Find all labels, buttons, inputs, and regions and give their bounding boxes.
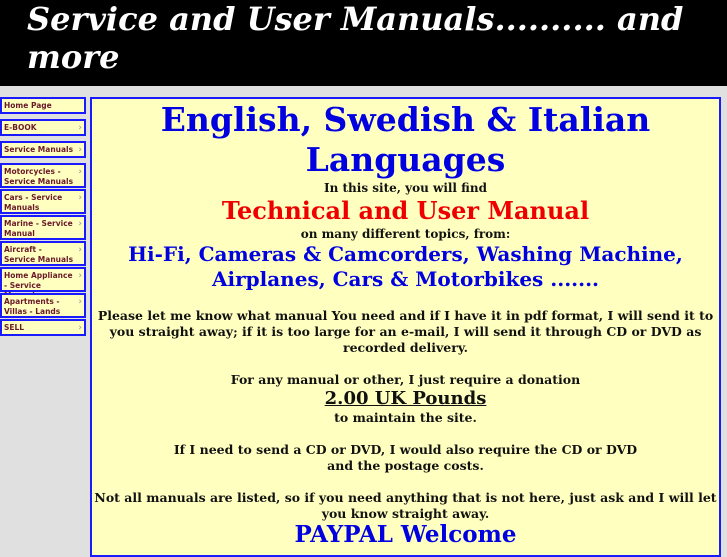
chevron-right-icon: › (78, 193, 82, 203)
nav-item-label: Aircraft - Service Manuals (4, 245, 74, 264)
sidebar-nav: Home Page E-BOOK › Service Manuals › Mot… (0, 97, 86, 341)
nav-item-label: Motorcycles - Service Manuals (4, 167, 74, 186)
manual-heading: Technical and User Manual (221, 196, 590, 225)
chevron-right-icon: › (78, 123, 82, 133)
chevron-right-icon: › (78, 219, 82, 229)
site-title: Service and User Manuals.......... and m… (27, 0, 684, 76)
nav-item-aircraft[interactable]: Aircraft - Service Manuals › (0, 241, 86, 266)
nav-item-label: Apartments - Villas - Lands (4, 297, 61, 316)
nav-item-label: Home Page (4, 101, 52, 110)
intro-text: In this site, you will find (323, 181, 488, 195)
request-text: Please let me know what manual You need … (97, 308, 714, 355)
chevron-right-icon: › (78, 167, 82, 177)
nav-item-apartments[interactable]: Apartments - Villas - Lands › (0, 293, 86, 318)
nav-item-home-appliance[interactable]: Home Appliance - Service Manual › (0, 267, 86, 300)
donation-amount: 2.00 UK Pounds (324, 388, 487, 409)
nav-item-motorcycles[interactable]: Motorcycles - Service Manuals › (0, 163, 86, 188)
topics-heading: Hi-Fi, Cameras & Camcorders, Washing Mac… (128, 242, 683, 291)
topics-intro: on many different topics, from: (300, 227, 511, 241)
nav-item-label: E-BOOK (4, 123, 37, 132)
chevron-right-icon: › (78, 271, 82, 281)
nav-item-marine[interactable]: Marine - Service Manual › (0, 215, 86, 240)
not-listed-text: Not all manuals are listed, so if you ne… (94, 490, 717, 521)
nav-item-label: Cars - Service Manuals (4, 193, 63, 212)
chevron-right-icon: › (78, 323, 82, 333)
nav-item-label: Service Manuals (4, 145, 74, 154)
nav-item-service-manuals[interactable]: Service Manuals › (0, 141, 86, 158)
main-content: English, Swedish & Italian Languages In … (90, 97, 721, 557)
nav-item-sell[interactable]: SELL › (0, 319, 86, 336)
chevron-right-icon: › (78, 297, 82, 307)
cd-line-1: If I need to send a CD or DVD, I would a… (173, 442, 638, 457)
nav-item-cars[interactable]: Cars - Service Manuals › (0, 189, 86, 214)
nav-item-home-page[interactable]: Home Page (0, 97, 86, 114)
paypal-heading: PAYPAL Welcome (294, 521, 517, 548)
nav-item-label: Marine - Service Manual (4, 219, 73, 238)
chevron-right-icon: › (78, 245, 82, 255)
nav-item-label: SELL (4, 323, 25, 332)
donation-purpose: to maintain the site. (334, 410, 477, 425)
donation-intro: For any manual or other, I just require … (230, 372, 581, 387)
site-header: Service and User Manuals.......... and m… (0, 0, 727, 86)
nav-item-e-book[interactable]: E-BOOK › (0, 119, 86, 136)
chevron-right-icon: › (78, 145, 82, 155)
cd-line-2: and the postage costs. (327, 458, 484, 473)
languages-heading: English, Swedish & Italian Languages (160, 100, 651, 179)
